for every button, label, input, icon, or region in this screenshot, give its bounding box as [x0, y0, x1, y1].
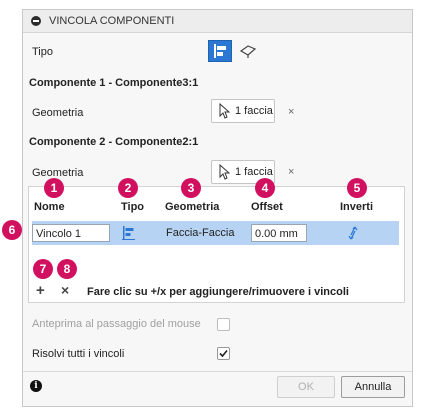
column-header-nome: Nome	[34, 201, 65, 213]
remove-constraint-button[interactable]: ×	[61, 283, 69, 298]
component1-clear-button[interactable]: ×	[288, 106, 294, 118]
constraints-hint: Fare clic su +/x per aggiungere/rimuover…	[87, 286, 349, 298]
add-constraint-button[interactable]: +	[36, 283, 45, 298]
annotation-badge-7: 7	[33, 259, 53, 279]
flip-direction-icon[interactable]	[346, 225, 360, 241]
dialog-titlebar: VINCOLA COMPONENTI	[23, 10, 412, 33]
flush-constraint-icon	[214, 44, 226, 58]
preview-on-hover-label: Anteprima al passaggio del mouse	[32, 318, 201, 330]
constraints-table: Nome Tipo Geometria Offset Inverti Vinco…	[28, 186, 405, 303]
annotation-badge-6: 6	[2, 220, 22, 240]
component2-header: Componente 2 - Componente2:1	[29, 136, 199, 148]
preview-on-hover-checkbox[interactable]	[217, 318, 230, 331]
dialog-title: VINCOLA COMPONENTI	[49, 15, 175, 27]
component1-selection-text: 1 faccia	[235, 105, 273, 117]
solve-all-checkbox[interactable]	[217, 347, 230, 360]
tipo-flush-button[interactable]	[208, 40, 232, 62]
component1-header: Componente 1 - Componente3:1	[29, 77, 199, 89]
cancel-button[interactable]: Annulla	[341, 376, 405, 398]
collapse-icon[interactable]	[31, 16, 41, 26]
select-cursor-icon	[219, 164, 230, 180]
annotation-badge-3: 3	[181, 178, 201, 198]
column-header-offset: Offset	[251, 201, 283, 213]
constraint-geometry-value: Faccia-Faccia	[166, 227, 235, 239]
tipo-label: Tipo	[32, 46, 53, 58]
checkmark-icon	[219, 349, 228, 358]
component2-geometry-label: Geometria	[32, 167, 84, 179]
constraint-offset-input[interactable]: 0.00 mm	[251, 224, 307, 242]
component2-selection-text: 1 faccia	[235, 166, 273, 178]
column-header-tipo: Tipo	[121, 201, 145, 213]
component1-geometry-label: Geometria	[32, 107, 84, 119]
annotation-badge-2: 2	[118, 178, 138, 198]
component2-clear-button[interactable]: ×	[288, 166, 294, 178]
annotation-badge-1: 1	[44, 178, 64, 198]
constraint-components-dialog: VINCOLA COMPONENTI Tipo Componente 1 - C…	[22, 9, 413, 407]
constraint-name-input[interactable]: Vincolo 1	[32, 224, 110, 242]
solve-all-label: Risolvi tutti i vincoli	[32, 348, 125, 360]
annotation-badge-5: 5	[347, 178, 367, 198]
surface-constraint-icon	[239, 45, 257, 58]
column-header-geometria: Geometria	[165, 201, 220, 213]
ok-button[interactable]: OK	[277, 376, 335, 398]
info-icon[interactable]: i	[30, 380, 42, 392]
annotation-badge-8: 8	[57, 259, 77, 279]
component1-geometry-selection[interactable]: 1 faccia	[211, 99, 275, 123]
table-row[interactable]: Vincolo 1 Faccia-Faccia 0.00 mm	[32, 221, 399, 245]
annotation-badge-4: 4	[255, 178, 275, 198]
flush-type-icon[interactable]	[121, 225, 137, 241]
footer-divider	[23, 371, 412, 372]
tipo-surface-button[interactable]	[237, 41, 259, 61]
column-header-inverti: Inverti	[340, 201, 374, 213]
select-cursor-icon	[219, 103, 230, 119]
